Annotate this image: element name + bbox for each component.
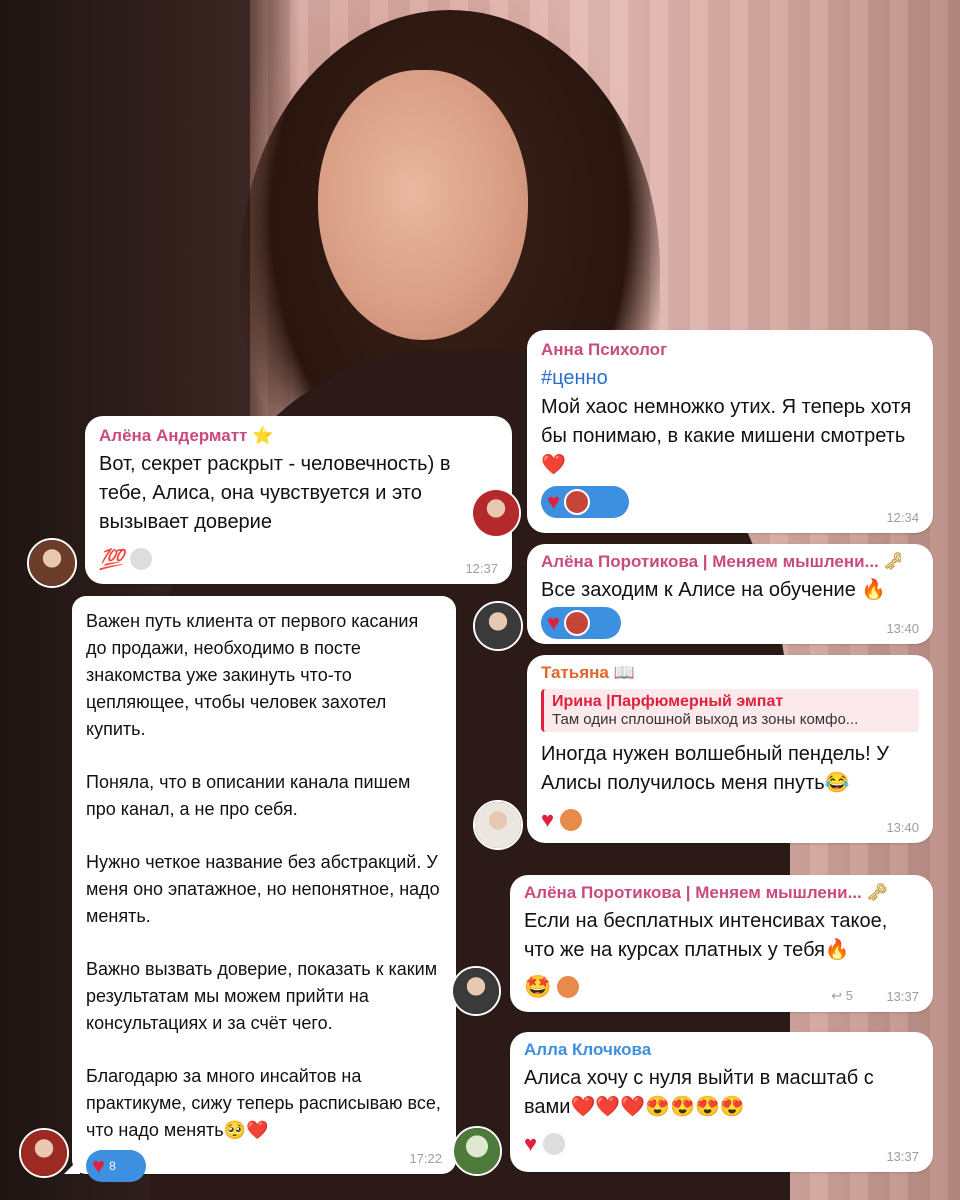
avatar-alena-porotikova-2[interactable] xyxy=(451,966,501,1016)
reactor-avatar xyxy=(555,974,582,1000)
message-time: 13:37 xyxy=(886,989,919,1004)
heart-reaction[interactable]: ♥ xyxy=(524,1128,568,1160)
reaction-bar: ♥ xyxy=(541,607,919,639)
hashtag-link[interactable]: #ценно xyxy=(541,364,919,393)
message-text: Все заходим к Алисе на обучение 🔥 xyxy=(541,579,887,601)
message-alena-andermatt[interactable]: Алёна Андерматт ⭐ Вот, секрет раскрыт - … xyxy=(85,416,512,584)
reply-quote[interactable]: Ирина |Парфюмерный эмпат Там один сплошн… xyxy=(541,689,919,732)
reactor-avatar xyxy=(541,1131,568,1157)
message-alena-porotikova-2[interactable]: Алёна Поротикова | Меняем мышлени... 🗝 Е… xyxy=(510,875,933,1012)
heart-reaction[interactable]: ♥ 8 xyxy=(86,1150,146,1182)
message-time: 13:40 xyxy=(886,820,919,835)
heart-reaction[interactable]: ♥ xyxy=(541,804,585,836)
sender-name: Алёна Андерматт ⭐ xyxy=(99,426,274,445)
reactor-avatar xyxy=(564,489,591,515)
reaction-bar: 💯 xyxy=(99,543,498,575)
reply-text: Там один сплошной выход из зоны комфо... xyxy=(552,711,859,728)
avatar-alena-porotikova[interactable] xyxy=(473,601,523,651)
message-tatyana[interactable]: Татьяна 📖 Ирина |Парфюмерный эмпат Там о… xyxy=(527,655,933,843)
reply-count[interactable]: ↩ 5 xyxy=(831,988,853,1004)
heart-reaction[interactable]: ♥ xyxy=(541,486,629,518)
avatar-long-feedback[interactable] xyxy=(19,1128,69,1178)
avatar-alena-andermatt-inline[interactable] xyxy=(471,488,521,538)
message-paragraph-2: Поняла, что в описании канала пишем про … xyxy=(86,772,411,819)
message-time: 13:37 xyxy=(886,1149,919,1164)
message-alena-porotikova-1[interactable]: Алёна Поротикова | Меняем мышлени... 🗝 В… xyxy=(527,544,933,644)
hundred-reaction[interactable]: 💯 xyxy=(99,543,154,575)
message-text: Мой хаос немножко утих. Я теперь хотя бы… xyxy=(541,396,912,476)
avatar-alena-andermatt[interactable] xyxy=(27,538,77,588)
message-text: Иногда нужен волшебный пендель! У Алисы … xyxy=(541,743,889,794)
message-anna[interactable]: Анна Психолог #ценно Мой хаос немножко у… xyxy=(527,330,933,533)
starstruck-reaction[interactable]: 🤩 xyxy=(524,971,582,1003)
avatar-tatyana[interactable] xyxy=(473,800,523,850)
message-paragraph-5: Благодарю за много инсайтов на практикум… xyxy=(86,1066,441,1140)
message-time: 13:40 xyxy=(886,621,919,636)
key-icon: 🗝 xyxy=(883,552,901,571)
reaction-bar: 🤩 xyxy=(524,971,919,1003)
message-time: 12:34 xyxy=(886,510,919,525)
starstruck-icon: 🤩 xyxy=(524,974,552,999)
heart-reaction[interactable]: ♥ xyxy=(541,607,621,639)
message-text: Если на бесплатных интенсивах такое, что… xyxy=(524,910,888,961)
message-long-feedback[interactable]: Важен путь клиента от первого касания до… xyxy=(72,596,456,1182)
message-text: Алиса хочу с нуля выйти в масштаб с вами… xyxy=(524,1067,874,1118)
message-time: 17:22 xyxy=(409,1151,442,1166)
woman-face xyxy=(318,70,528,340)
reactor-avatar xyxy=(127,546,154,572)
reactor-avatar xyxy=(564,610,591,636)
reaction-bar: ♥ xyxy=(541,486,919,518)
heart-icon: ♥ xyxy=(547,610,561,635)
sender-name: Анна Психолог xyxy=(541,340,668,359)
heart-icon: ♥ xyxy=(524,1131,538,1156)
message-time: 12:37 xyxy=(465,561,498,576)
key-icon: 🗝 xyxy=(866,883,889,902)
message-paragraph-3: Нужно четкое название без абстракций. У … xyxy=(86,852,440,926)
message-paragraph-1: Важен путь клиента от первого касания до… xyxy=(86,611,419,739)
heart-icon: ♥ xyxy=(541,807,555,832)
reaction-bar: ♥ 8 xyxy=(86,1150,442,1182)
message-alla[interactable]: Алла Клочкова Алиса хочу с нуля выйти в … xyxy=(510,1032,933,1172)
message-text: Вот, секрет раскрыт - человечность) в те… xyxy=(99,453,451,533)
avatar-alla[interactable] xyxy=(452,1126,502,1176)
reaction-bar: ♥ xyxy=(541,804,919,836)
reply-author: Ирина |Парфюмерный эмпат xyxy=(552,693,784,710)
sender-name: Алла Клочкова xyxy=(524,1040,652,1059)
heart-icon: ♥ xyxy=(92,1153,106,1178)
sender-name: Алёна Поротикова | Меняем мышлени... 🗝 xyxy=(524,883,889,902)
heart-icon: ♥ xyxy=(547,489,561,514)
reactor-avatar xyxy=(558,807,585,833)
sender-name: Татьяна 📖 xyxy=(541,663,635,682)
hundred-icon: 💯 xyxy=(99,548,124,571)
sender-name: Алёна Поротикова | Меняем мышлени... 🗝 xyxy=(541,552,901,572)
reaction-count: 8 xyxy=(109,1159,116,1173)
reaction-bar: ♥ xyxy=(524,1128,919,1160)
message-paragraph-4: Важно вызвать доверие, показать к каким … xyxy=(86,959,438,1033)
